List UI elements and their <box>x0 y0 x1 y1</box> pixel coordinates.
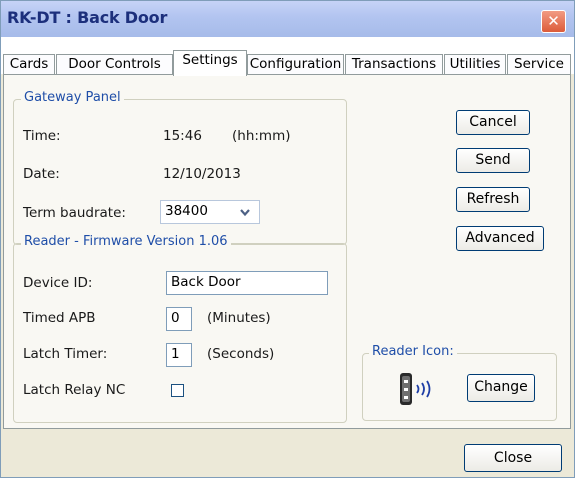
latch-timer-label: Latch Timer: <box>23 346 108 362</box>
latch-timer-value: 1 <box>171 346 180 362</box>
reader-firmware-legend: Reader - Firmware Version 1.06 <box>21 234 231 249</box>
date-label: Date: <box>23 166 60 182</box>
reader-firmware-group: Reader - Firmware Version 1.06 Device ID… <box>13 234 347 423</box>
close-icon: ✕ <box>547 12 560 30</box>
dialog-footer: Close <box>1 431 574 477</box>
cancel-button[interactable]: Cancel <box>456 110 530 135</box>
card-reader-icon <box>400 373 431 405</box>
tab-settings[interactable]: Settings <box>173 50 247 76</box>
close-window-button[interactable]: ✕ <box>541 10 566 33</box>
timed-apb-input[interactable]: 0 <box>166 307 192 331</box>
term-baudrate-value: 38400 <box>165 203 208 219</box>
close-button[interactable]: Close <box>464 444 562 472</box>
term-baudrate-label: Term baudrate: <box>23 205 126 221</box>
gateway-panel-group: Gateway Panel Time: 15:46 (hh:mm) Date: … <box>13 90 347 245</box>
tab-door-controls[interactable]: Door Controls <box>56 54 173 75</box>
tab-strip: Cards Door Controls Settings Configurati… <box>1 37 574 76</box>
tab-utilities[interactable]: Utilities <box>444 54 506 75</box>
device-id-input[interactable]: Back Door <box>166 271 328 295</box>
reader-icon-group: Reader Icon: Change <box>362 344 557 421</box>
settings-panel: Gateway Panel Time: 15:46 (hh:mm) Date: … <box>3 74 571 429</box>
date-value: 12/10/2013 <box>163 166 241 182</box>
latch-relay-nc-label: Latch Relay NC <box>23 382 126 398</box>
latch-timer-input[interactable]: 1 <box>166 343 192 367</box>
latch-timer-unit: (Seconds) <box>207 346 275 362</box>
gateway-panel-legend: Gateway Panel <box>21 90 124 105</box>
timed-apb-label: Timed APB <box>23 310 96 326</box>
tab-transactions[interactable]: Transactions <box>345 54 443 75</box>
advanced-button[interactable]: Advanced <box>456 226 544 251</box>
time-label: Time: <box>23 128 61 144</box>
time-unit: (hh:mm) <box>232 128 291 144</box>
send-button[interactable]: Send <box>456 148 530 173</box>
tab-cards[interactable]: Cards <box>3 54 55 75</box>
device-id-value: Back Door <box>171 274 241 290</box>
timed-apb-unit: (Minutes) <box>207 310 271 326</box>
title-bar[interactable]: RK-DT : Back Door ✕ <box>1 1 574 38</box>
window-title: RK-DT : Back Door <box>7 8 168 27</box>
reader-icon-legend: Reader Icon: <box>369 344 457 359</box>
change-icon-button[interactable]: Change <box>467 374 535 402</box>
timed-apb-value: 0 <box>171 310 180 326</box>
tab-service[interactable]: Service <box>507 54 571 75</box>
time-value: 15:46 <box>163 128 202 144</box>
latch-relay-nc-checkbox[interactable] <box>171 384 184 397</box>
chevron-down-icon <box>240 209 250 217</box>
device-id-label: Device ID: <box>23 275 93 291</box>
term-baudrate-select[interactable]: 38400 <box>160 200 260 224</box>
tab-configuration[interactable]: Configuration <box>247 54 344 75</box>
refresh-button[interactable]: Refresh <box>456 187 530 212</box>
dialog-window: RK-DT : Back Door ✕ Cards Door Controls … <box>0 0 575 478</box>
